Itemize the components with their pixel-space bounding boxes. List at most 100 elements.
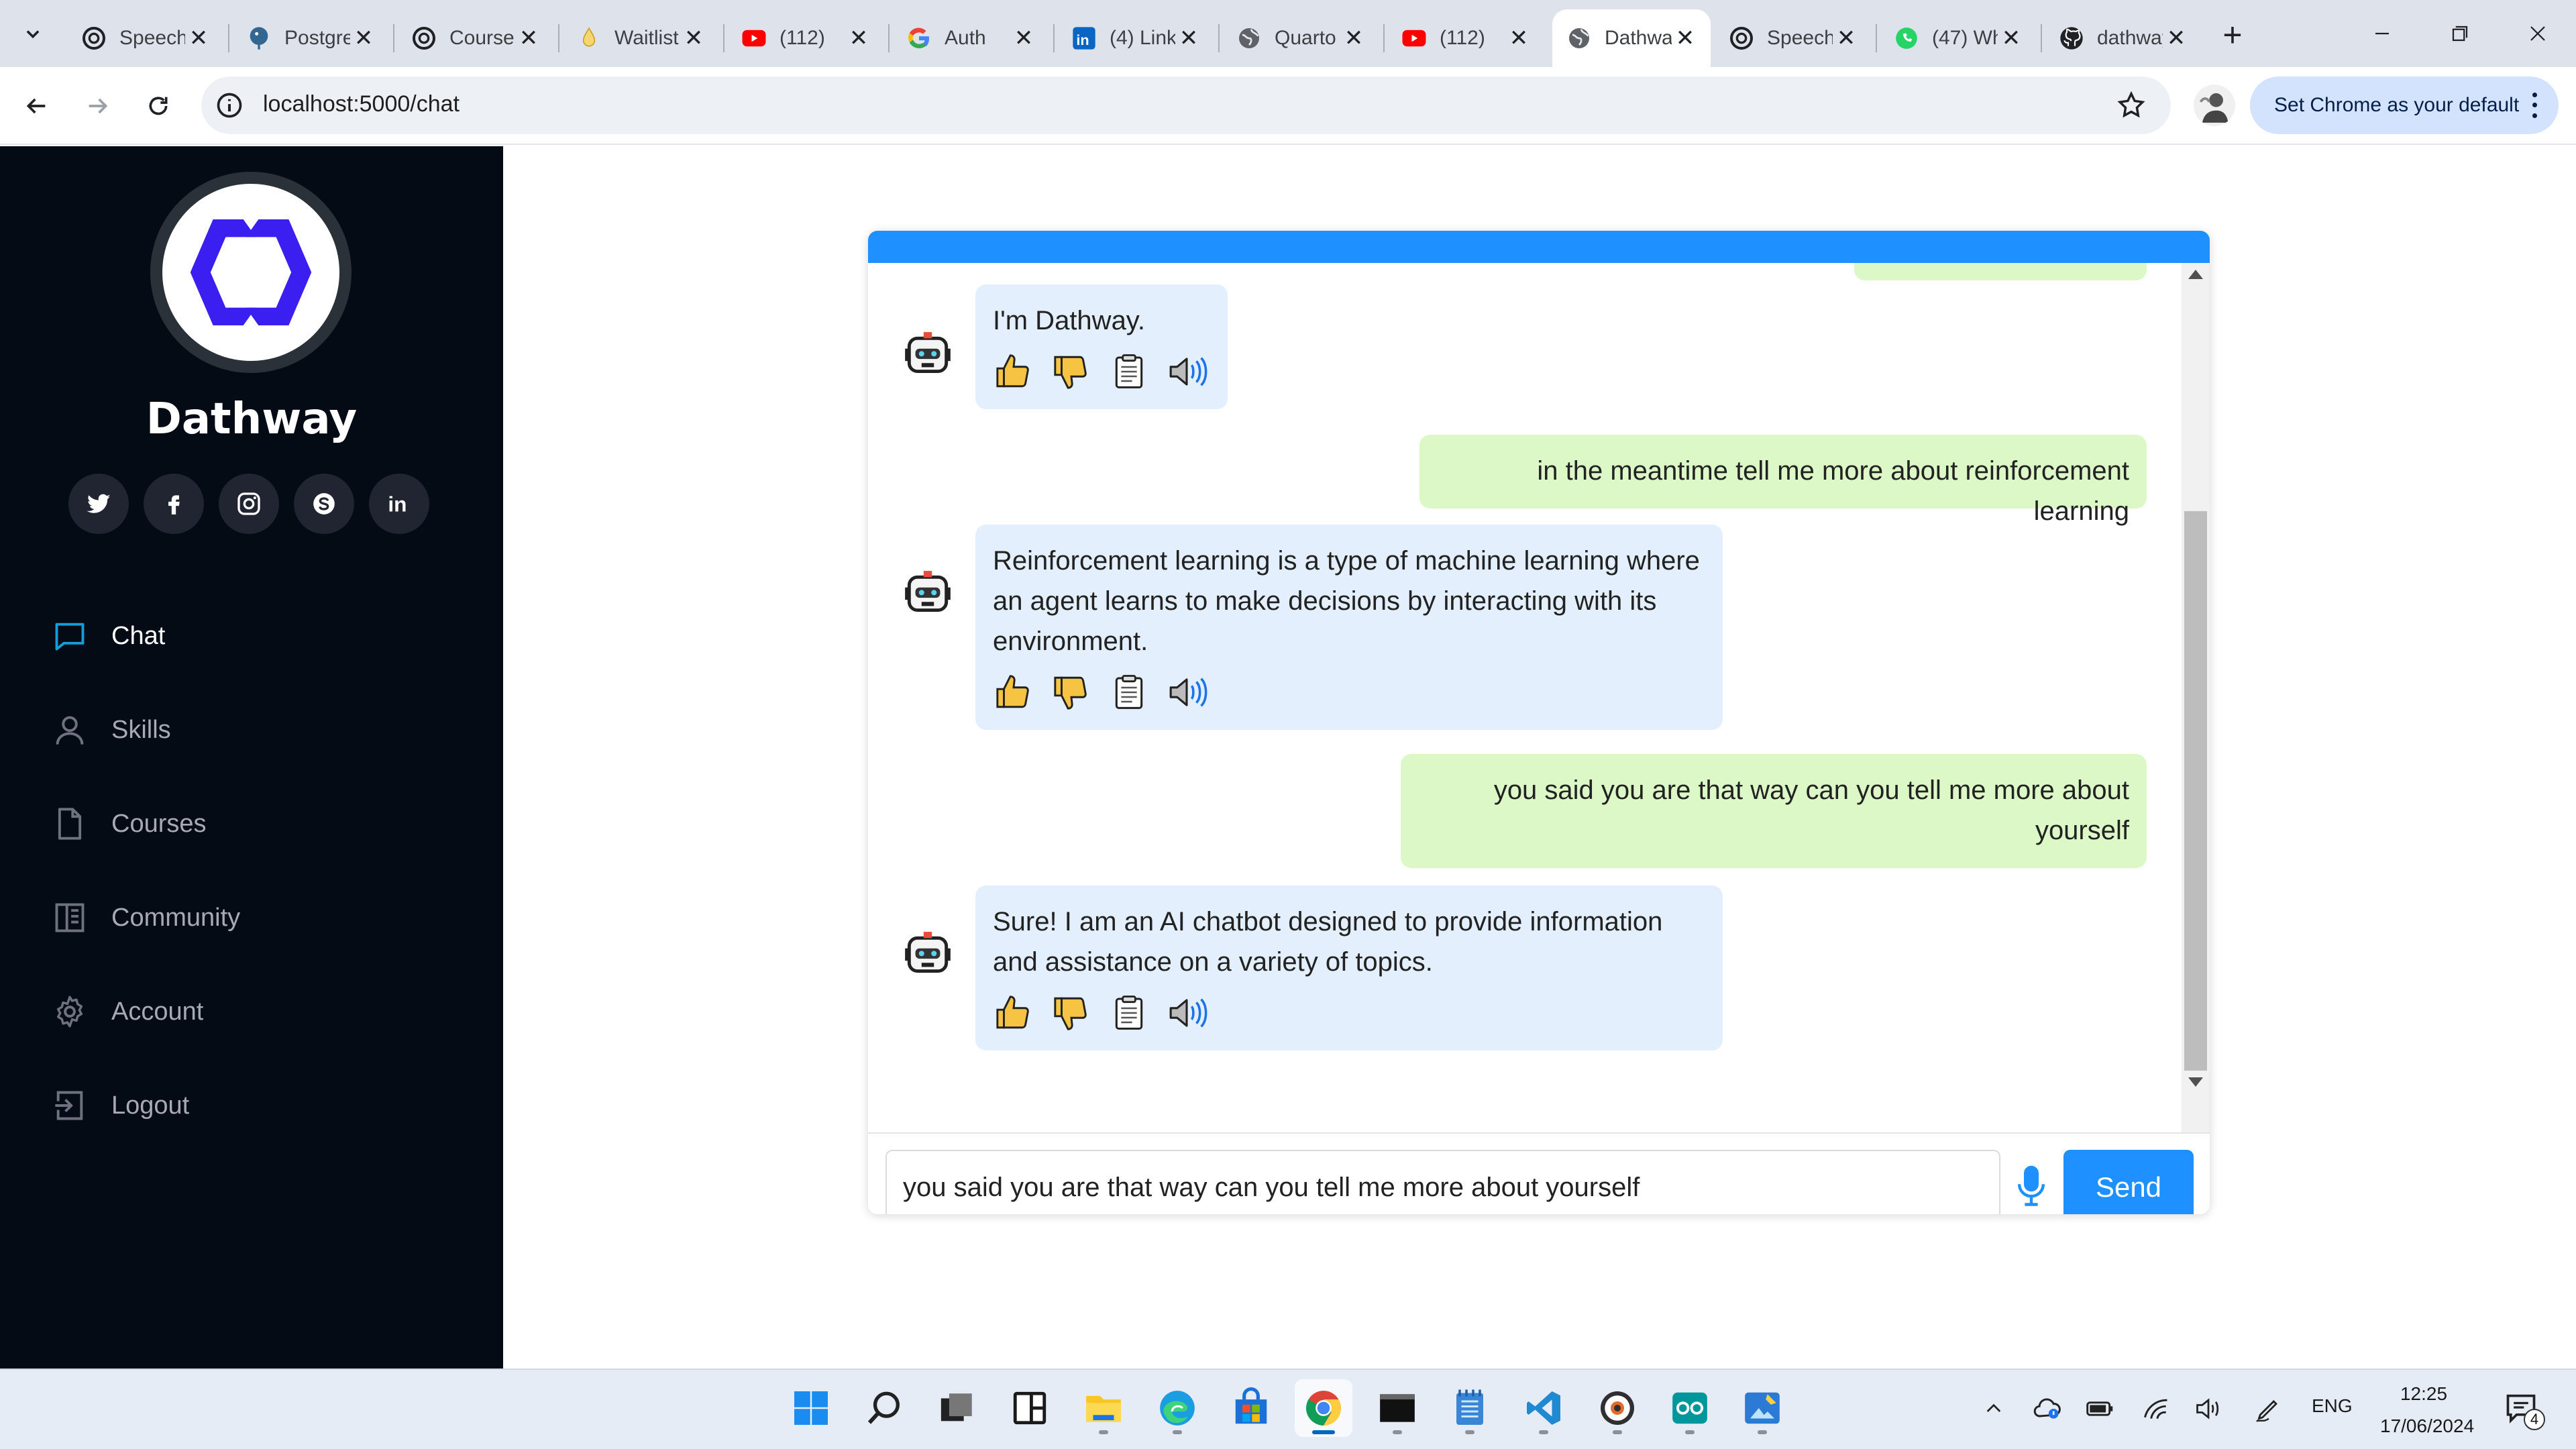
scrollbar-thumb[interactable]	[2184, 511, 2207, 1071]
sidebar-item-community[interactable]: Community	[51, 871, 240, 965]
reload-button[interactable]	[138, 86, 178, 126]
address-bar[interactable]: localhost:5000/chat	[201, 76, 2171, 134]
battery-tray[interactable]	[2084, 1393, 2116, 1425]
taskbar-search-button[interactable]	[856, 1379, 914, 1437]
thumbs-down-icon[interactable]	[1051, 992, 1092, 1034]
close-icon[interactable]: ✕	[1672, 25, 1699, 52]
clipboard-icon[interactable]	[1108, 351, 1150, 392]
start-button[interactable]	[782, 1379, 840, 1437]
clipboard-icon[interactable]	[1108, 992, 1150, 1034]
skype-link[interactable]	[294, 474, 354, 534]
thumbs-up-icon[interactable]	[993, 672, 1034, 713]
back-button[interactable]	[16, 86, 56, 126]
arrow-right-icon	[89, 98, 108, 114]
close-icon[interactable]: ✕	[515, 25, 542, 52]
close-icon[interactable]: ✕	[1340, 25, 1367, 52]
speaker-icon[interactable]	[1166, 672, 1208, 713]
widgets-button[interactable]	[1001, 1379, 1059, 1437]
taskbar-app-arduino[interactable]	[1661, 1379, 1719, 1437]
restore-button[interactable]	[2436, 15, 2483, 52]
sidebar-item-account[interactable]: Account	[51, 965, 240, 1059]
tab-whatsapp[interactable]: (47) WhatsApp ✕	[1880, 9, 2037, 67]
taskbar-app-paint[interactable]	[1733, 1379, 1791, 1437]
close-icon[interactable]: ✕	[1175, 25, 1202, 52]
close-icon[interactable]: ✕	[1998, 25, 2025, 52]
thumbs-down-icon[interactable]	[1051, 351, 1092, 392]
sidebar-item-chat[interactable]: Chat	[51, 589, 240, 683]
tab-course[interactable]: Course ✕	[397, 9, 554, 67]
close-icon[interactable]: ✕	[845, 25, 872, 52]
bookmark-star-icon[interactable]	[2116, 90, 2147, 121]
sidebar-item-skills[interactable]: Skills	[51, 683, 240, 777]
tab-speech-2[interactable]: Speech ✕	[1715, 9, 1872, 67]
close-icon[interactable]: ✕	[185, 25, 212, 52]
tab-youtube-1[interactable]: (112) ✕	[727, 9, 884, 67]
clipboard-icon[interactable]	[1108, 672, 1150, 713]
taskbar-app-notepad[interactable]	[1441, 1379, 1499, 1437]
cloud-icon	[2033, 1398, 2061, 1419]
tab-title: Postgres	[284, 27, 350, 49]
close-window-button[interactable]	[2514, 15, 2561, 52]
speaker-icon[interactable]	[1166, 351, 1208, 392]
close-icon[interactable]: ✕	[680, 25, 707, 52]
tab-quarto[interactable]: Quarto ✕	[1222, 9, 1379, 67]
message-input[interactable]	[885, 1150, 2000, 1214]
tab-speech-1[interactable]: Speech ✕	[67, 9, 224, 67]
close-icon[interactable]: ✕	[2163, 25, 2190, 52]
chat-messages[interactable]: I'm Dathway. in the meantime tell me mor…	[868, 263, 2210, 1132]
speaker-icon[interactable]	[1166, 992, 1208, 1034]
task-view-button[interactable]	[928, 1379, 986, 1437]
forward-button[interactable]	[78, 86, 118, 126]
facebook-link[interactable]	[144, 474, 204, 534]
sidebar-item-logout[interactable]: Logout	[51, 1059, 240, 1152]
thumbs-up-icon[interactable]	[993, 992, 1034, 1034]
tab-youtube-2[interactable]: (112) ✕	[1387, 9, 1544, 67]
send-button[interactable]: Send	[2063, 1150, 2194, 1214]
chat-header	[868, 231, 2210, 263]
taskbar-app-vscode[interactable]	[1515, 1379, 1572, 1437]
close-icon[interactable]: ✕	[1010, 25, 1037, 52]
volume-tray[interactable]	[2192, 1393, 2224, 1425]
microphone-button[interactable]	[2011, 1159, 2051, 1213]
set-default-browser-button[interactable]: Set Chrome as your default	[2250, 76, 2559, 134]
twitter-link[interactable]	[68, 474, 129, 534]
message-actions	[993, 350, 1210, 393]
clock[interactable]: 12:25 17/06/2024	[2380, 1378, 2474, 1442]
tab-linkedin[interactable]: in (4) LinkedIn ✕	[1057, 9, 1214, 67]
scroll-down-arrow-icon[interactable]	[2188, 1077, 2203, 1087]
scroll-up-arrow-icon[interactable]	[2188, 270, 2203, 279]
minimize-button[interactable]	[2359, 15, 2406, 52]
network-tray[interactable]	[2140, 1393, 2172, 1425]
tab-waitlist[interactable]: Waitlist ✕	[562, 9, 719, 67]
taskbar-app-store[interactable]	[1222, 1379, 1280, 1437]
chevron-up-icon	[1986, 1403, 2001, 1412]
close-icon[interactable]: ✕	[350, 25, 377, 52]
taskbar-app-file-explorer[interactable]	[1075, 1379, 1132, 1437]
show-hidden-icons[interactable]	[1978, 1393, 2010, 1425]
profile-avatar[interactable]	[2194, 85, 2235, 126]
arrow-left-icon	[26, 98, 46, 114]
info-icon[interactable]	[215, 91, 244, 120]
close-icon[interactable]: ✕	[1833, 25, 1860, 52]
onedrive-tray[interactable]	[2031, 1393, 2063, 1425]
thumbs-down-icon[interactable]	[1051, 672, 1092, 713]
tab-postgres[interactable]: Postgres ✕	[232, 9, 389, 67]
language-indicator[interactable]: ENG	[2312, 1395, 2353, 1417]
taskbar-app-terminal[interactable]	[1368, 1379, 1426, 1437]
instagram-link[interactable]	[219, 474, 279, 534]
sidebar-item-courses[interactable]: Courses	[51, 777, 240, 871]
tab-dathway[interactable]: Dathway ✕	[1552, 9, 1711, 67]
new-tab-button[interactable]: +	[2214, 16, 2251, 54]
taskbar-app-chrome[interactable]	[1295, 1379, 1352, 1437]
tab-auth[interactable]: Auth ✕	[892, 9, 1049, 67]
notification-center-button[interactable]: 4	[2504, 1390, 2545, 1430]
close-icon[interactable]: ✕	[1505, 25, 1532, 52]
more-vertical-icon[interactable]	[2528, 90, 2541, 121]
tab-github[interactable]: dathway ✕	[2045, 9, 2202, 67]
taskbar-app-obs[interactable]	[1589, 1379, 1646, 1437]
taskbar-app-edge[interactable]	[1148, 1379, 1206, 1437]
linkedin-link[interactable]: in	[369, 474, 429, 534]
tab-search-button[interactable]	[11, 15, 55, 52]
thumbs-up-icon[interactable]	[993, 351, 1034, 392]
pen-tray[interactable]	[2253, 1393, 2285, 1425]
